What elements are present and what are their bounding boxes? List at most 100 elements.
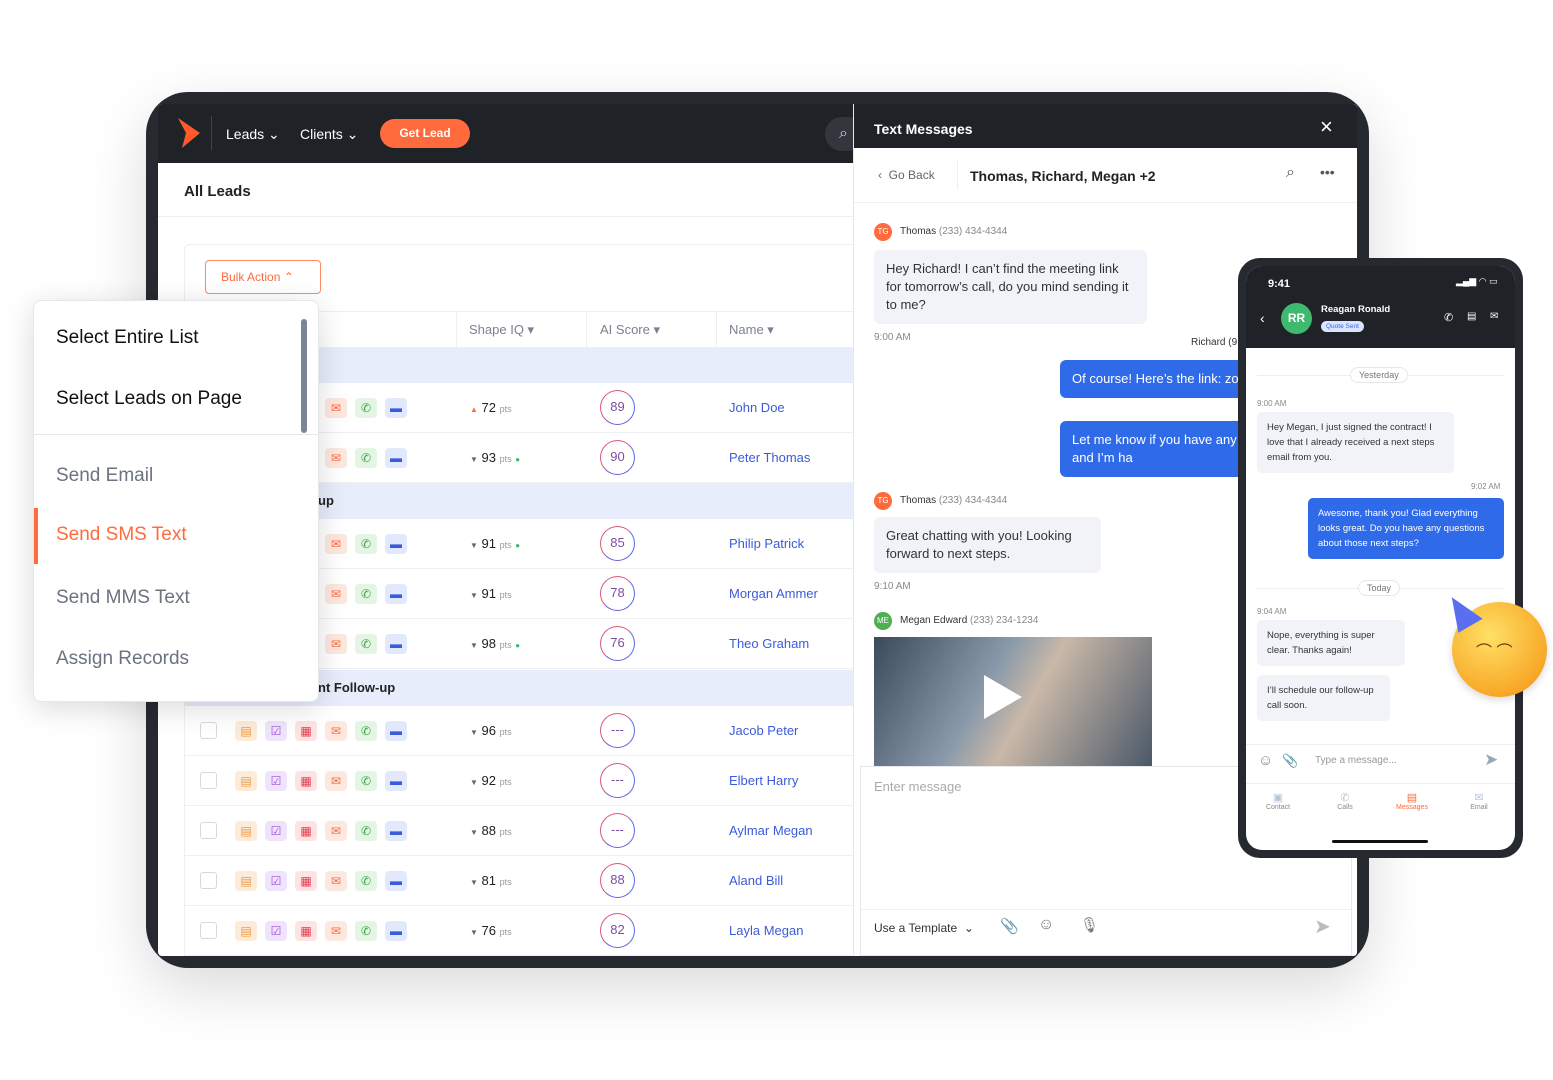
menu-item[interactable]: Send Email: [56, 465, 153, 487]
phone-icon[interactable]: ✆: [355, 448, 377, 468]
attach-icon[interactable]: 📎: [1282, 753, 1298, 769]
chat-icon[interactable]: ▬: [385, 398, 407, 418]
lead-name-link[interactable]: John Doe: [729, 400, 785, 415]
play-icon[interactable]: [984, 675, 1022, 719]
tab-email[interactable]: ✉ Email: [1449, 791, 1509, 811]
menu-item[interactable]: Send MMS Text: [56, 587, 190, 609]
scrollbar[interactable]: [301, 319, 307, 433]
more-icon[interactable]: •••: [1320, 164, 1335, 180]
row-checkbox[interactable]: [200, 722, 217, 739]
email-icon[interactable]: ✉: [325, 821, 347, 841]
lead-name-link[interactable]: Elbert Harry: [729, 773, 798, 788]
chat-icon[interactable]: ▬: [385, 771, 407, 791]
chat-icon[interactable]: ▬: [385, 448, 407, 468]
email-icon[interactable]: ✉: [325, 771, 347, 791]
menu-item[interactable]: Select Leads on Page: [56, 388, 242, 410]
email-icon[interactable]: ✉: [325, 921, 347, 941]
attach-icon[interactable]: 📎: [1000, 917, 1019, 935]
phone-icon[interactable]: ✆: [355, 398, 377, 418]
row-checkbox[interactable]: [200, 872, 217, 889]
task-icon[interactable]: ☑: [265, 821, 287, 841]
email-icon[interactable]: ✉: [1490, 311, 1498, 322]
tab-calls[interactable]: ✆ Calls: [1315, 791, 1375, 811]
menu-item[interactable]: Assign Records: [56, 648, 189, 670]
phone-icon[interactable]: ✆: [355, 634, 377, 654]
phone-icon[interactable]: ✆: [355, 871, 377, 891]
note-icon[interactable]: ▤: [235, 871, 257, 891]
lead-name-link[interactable]: Aylmar Megan: [729, 823, 813, 838]
email-icon[interactable]: ✉: [325, 634, 347, 654]
email-icon[interactable]: ✉: [325, 448, 347, 468]
note-icon[interactable]: ▤: [235, 921, 257, 941]
chat-icon[interactable]: ▬: [385, 534, 407, 554]
lead-name-link[interactable]: Layla Megan: [729, 923, 803, 938]
status-badge[interactable]: Quote Sent: [1321, 321, 1364, 332]
phone-icon[interactable]: ✆: [355, 721, 377, 741]
bulk-action-button[interactable]: Bulk Action ⌃: [205, 260, 321, 294]
calendar-icon[interactable]: ▦: [295, 921, 317, 941]
phone-icon[interactable]: ✆: [355, 821, 377, 841]
row-checkbox[interactable]: [200, 772, 217, 789]
chat-icon[interactable]: ▬: [385, 821, 407, 841]
nav-leads[interactable]: Leads ⌄: [226, 126, 280, 143]
row-checkbox[interactable]: [200, 822, 217, 839]
lead-name-link[interactable]: Morgan Ammer: [729, 586, 818, 601]
lead-name-link[interactable]: Peter Thomas: [729, 450, 810, 465]
chat-icon[interactable]: ▬: [385, 871, 407, 891]
menu-item[interactable]: Send SMS Text: [56, 524, 187, 546]
email-icon[interactable]: ✉: [325, 721, 347, 741]
lead-name-link[interactable]: Aland Bill: [729, 873, 783, 888]
calendar-icon[interactable]: ▦: [295, 871, 317, 891]
search-icon[interactable]: ⌕: [1286, 164, 1295, 182]
tab-messages[interactable]: ▤ Messages: [1382, 791, 1442, 811]
phone-icon[interactable]: ✆: [355, 584, 377, 604]
calendar-icon[interactable]: ▦: [295, 721, 317, 741]
chat-icon[interactable]: ▬: [385, 634, 407, 654]
emoji-icon[interactable]: ☺: [1258, 752, 1273, 769]
go-back-button[interactable]: ‹ Go Back: [878, 168, 935, 182]
chat-icon[interactable]: ▬: [385, 584, 407, 604]
emoji-icon[interactable]: ☺: [1038, 916, 1054, 934]
message-input[interactable]: Type a message...: [1315, 755, 1397, 766]
table-row[interactable]: ▤ ☑ ▦ ✉ ✆ ▬ ▼ 92 pts --- Elbert Harry: [184, 756, 864, 806]
video-thumbnail[interactable]: [874, 637, 1152, 767]
chat-icon[interactable]: ▬: [385, 921, 407, 941]
table-row[interactable]: ▤ ☑ ▦ ✉ ✆ ▬ ▼ 76 pts 82 Layla Megan: [184, 906, 864, 956]
note-icon[interactable]: ▤: [235, 721, 257, 741]
calendar-icon[interactable]: ▦: [295, 771, 317, 791]
send-icon[interactable]: ➤: [1314, 914, 1331, 939]
lead-name-link[interactable]: Theo Graham: [729, 636, 809, 651]
close-icon[interactable]: ×: [1320, 114, 1333, 140]
header-shape-iq[interactable]: Shape IQ ▾: [469, 322, 534, 338]
header-ai-score[interactable]: AI Score ▾: [600, 322, 660, 338]
tab-contact[interactable]: ▣ Contact: [1248, 791, 1308, 811]
task-icon[interactable]: ☑: [265, 921, 287, 941]
table-row[interactable]: ▤ ☑ ▦ ✉ ✆ ▬ ▼ 81 pts 88 Aland Bill: [184, 856, 864, 906]
task-icon[interactable]: ☑: [265, 721, 287, 741]
menu-item[interactable]: Select Entire List: [56, 327, 199, 349]
email-icon[interactable]: ✉: [325, 398, 347, 418]
row-checkbox[interactable]: [200, 922, 217, 939]
nav-clients[interactable]: Clients ⌄: [300, 126, 358, 143]
calendar-icon[interactable]: ▦: [295, 821, 317, 841]
phone-icon[interactable]: ✆: [355, 771, 377, 791]
task-icon[interactable]: ☑: [265, 771, 287, 791]
phone-icon[interactable]: ✆: [355, 534, 377, 554]
template-dropdown[interactable]: Use a Template ⌄: [874, 921, 974, 935]
get-lead-button[interactable]: Get Lead: [380, 119, 470, 148]
table-row[interactable]: ▤ ☑ ▦ ✉ ✆ ▬ ▼ 96 pts --- Jacob Peter: [184, 706, 864, 756]
chat-icon[interactable]: ▬: [385, 721, 407, 741]
task-icon[interactable]: ☑: [265, 871, 287, 891]
header-name[interactable]: Name ▾: [729, 322, 774, 338]
lead-name-link[interactable]: Philip Patrick: [729, 536, 804, 551]
lead-name-link[interactable]: Jacob Peter: [729, 723, 798, 738]
email-icon[interactable]: ✉: [325, 534, 347, 554]
sms-icon[interactable]: ▤: [1467, 311, 1476, 322]
note-icon[interactable]: ▤: [235, 821, 257, 841]
call-icon[interactable]: ✆: [1444, 311, 1453, 324]
email-icon[interactable]: ✉: [325, 584, 347, 604]
email-icon[interactable]: ✉: [325, 871, 347, 891]
back-icon[interactable]: ‹: [1260, 310, 1265, 326]
phone-icon[interactable]: ✆: [355, 921, 377, 941]
table-row[interactable]: ▤ ☑ ▦ ✉ ✆ ▬ ▼ 88 pts --- Aylmar Megan: [184, 806, 864, 856]
